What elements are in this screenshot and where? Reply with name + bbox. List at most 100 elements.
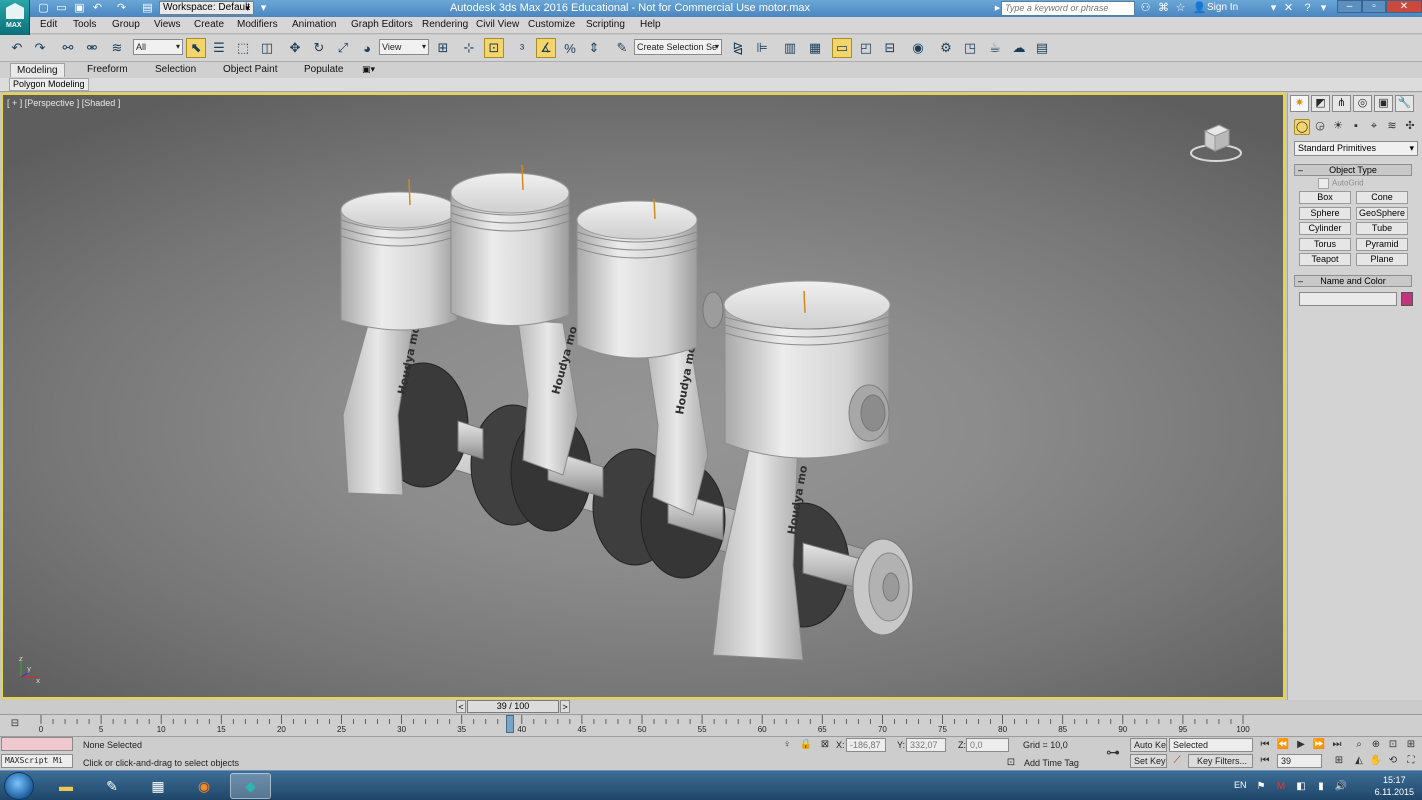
ribbon-tab-populate[interactable]: Populate: [304, 64, 343, 75]
toggle-layer-explorer-icon[interactable]: ▦: [805, 38, 825, 58]
ribbon-tab-object-paint[interactable]: Object Paint: [223, 64, 277, 75]
spacewarps-category-icon[interactable]: ≋: [1384, 119, 1400, 135]
zoom-extents-icon[interactable]: ⊡: [1386, 738, 1400, 752]
selection-filter-dropdown[interactable]: All: [133, 39, 183, 55]
go-to-end-icon[interactable]: ⏭: [1330, 738, 1344, 752]
tray-antivirus-icon[interactable]: M: [1272, 773, 1290, 799]
box-button[interactable]: Box: [1299, 191, 1351, 204]
undo-icon[interactable]: ↶: [90, 1, 105, 15]
menu-animation[interactable]: Animation: [292, 19, 336, 30]
primitive-type-dropdown[interactable]: Standard Primitives: [1294, 141, 1418, 156]
project-folder-icon[interactable]: ▤: [140, 1, 155, 15]
ribbon-options-icon[interactable]: ▣▾: [362, 64, 375, 75]
polygon-modeling-panel[interactable]: Polygon Modeling: [9, 78, 89, 91]
notepad-icon[interactable]: ✎: [93, 773, 131, 799]
object-color-swatch[interactable]: [1401, 292, 1413, 306]
time-configuration-icon[interactable]: ⊞: [1332, 754, 1346, 768]
menu-tools[interactable]: Tools: [73, 19, 96, 30]
time-slider-prev-icon[interactable]: <: [456, 700, 466, 713]
mini-curve-editor-icon[interactable]: ⊟: [8, 717, 22, 731]
new-file-icon[interactable]: ▢: [36, 1, 51, 15]
undo-icon[interactable]: ↶: [7, 38, 27, 58]
lights-category-icon[interactable]: ☀: [1330, 119, 1346, 135]
utilities-tab-icon[interactable]: 🔧: [1395, 95, 1414, 112]
set-key-button[interactable]: Set Key: [1130, 754, 1167, 768]
firefox-icon[interactable]: ◉: [185, 773, 223, 799]
mirror-icon[interactable]: ⧎: [728, 38, 748, 58]
play-icon[interactable]: ▶: [1294, 738, 1308, 752]
pyramid-button[interactable]: Pyramid: [1356, 238, 1408, 251]
edit-named-selection-icon[interactable]: ✎: [612, 38, 632, 58]
spinner-snap-icon[interactable]: ⇕: [584, 38, 604, 58]
help-icon[interactable]: ?: [1300, 1, 1315, 15]
teapot-button[interactable]: Teapot: [1299, 253, 1351, 266]
star-icon[interactable]: ☆: [1173, 1, 1188, 15]
set-keys-icon[interactable]: ⊶: [1103, 745, 1123, 759]
field-of-view-icon[interactable]: ◭: [1352, 754, 1366, 768]
menu-group[interactable]: Group: [112, 19, 140, 30]
menu-edit[interactable]: Edit: [40, 19, 57, 30]
go-to-start-icon[interactable]: ⏮: [1258, 738, 1272, 752]
piston-2[interactable]: [450, 164, 570, 326]
selection-lock-icon[interactable]: 🔒: [799, 738, 813, 752]
create-tab-icon[interactable]: ✷: [1290, 95, 1309, 112]
menu-help[interactable]: Help: [640, 19, 661, 30]
motion-tab-icon[interactable]: ◎: [1353, 95, 1372, 112]
shapes-category-icon[interactable]: ◶: [1312, 119, 1328, 135]
time-slider-thumb[interactable]: 39 / 100: [467, 700, 559, 713]
keyboard-shortcut-override-icon[interactable]: ⊡: [484, 38, 504, 58]
maximize-viewport-icon[interactable]: ⛶: [1404, 754, 1418, 768]
render-production-icon[interactable]: ☕: [985, 38, 1005, 58]
previous-frame-icon[interactable]: ⏪: [1276, 738, 1290, 752]
menu-scripting[interactable]: Scripting: [586, 19, 625, 30]
user-icon[interactable]: 👤: [1192, 1, 1207, 15]
object-name-field[interactable]: [1299, 292, 1397, 306]
menu-modifiers[interactable]: Modifiers: [237, 19, 278, 30]
key-mode-dropdown[interactable]: Selected: [1169, 738, 1253, 752]
render-iterative-icon[interactable]: ▤: [1032, 38, 1052, 58]
calculator-icon[interactable]: ▦: [139, 773, 177, 799]
current-frame-field[interactable]: 39: [1277, 754, 1322, 768]
tray-app-icon[interactable]: ◧: [1292, 773, 1310, 799]
material-editor-icon[interactable]: ◉: [908, 38, 928, 58]
z-coordinate-field[interactable]: 0,0: [966, 738, 1009, 752]
helpers-category-icon[interactable]: ⌖: [1366, 119, 1382, 135]
tube-button[interactable]: Tube: [1356, 222, 1408, 235]
zoom-all-icon[interactable]: ⊕: [1369, 738, 1383, 752]
zoom-extents-all-icon[interactable]: ⊞: [1404, 738, 1418, 752]
sign-in-link[interactable]: Sign In: [1207, 2, 1238, 13]
trackbar-playhead[interactable]: [505, 715, 514, 733]
quick-access-dropdown-icon[interactable]: ▾: [256, 1, 271, 15]
geometry-category-icon[interactable]: ◯: [1294, 119, 1310, 135]
signin-dropdown-icon[interactable]: ▾: [1266, 1, 1281, 15]
add-time-tag-label[interactable]: Add Time Tag: [1024, 758, 1079, 768]
cylinder-button[interactable]: Cylinder: [1299, 222, 1351, 235]
ribbon-tab-modeling[interactable]: Modeling: [10, 63, 65, 77]
system-clock[interactable]: 15:17 6.11.2015: [1375, 774, 1414, 798]
pan-icon[interactable]: ✋: [1369, 754, 1383, 768]
save-file-icon[interactable]: ▣: [72, 1, 87, 15]
language-indicator[interactable]: EN: [1234, 780, 1247, 790]
trackbar[interactable]: ⊟ 0 5 10 15 20 25 30 35 40 45 50 55 60 65 70 75 80 85 90 95…: [0, 714, 1422, 736]
open-file-icon[interactable]: ▭: [54, 1, 69, 15]
menu-rendering[interactable]: Rendering: [422, 19, 468, 30]
ribbon-tab-freeform[interactable]: Freeform: [87, 64, 128, 75]
cone-button[interactable]: Cone: [1356, 191, 1408, 204]
default-in-out-tangent-icon[interactable]: ⟋: [1170, 754, 1184, 768]
select-object-icon[interactable]: ⬉: [186, 38, 206, 58]
render-cloud-icon[interactable]: ☁: [1009, 38, 1029, 58]
3ds-max-taskbar-icon[interactable]: ◆: [230, 773, 271, 799]
auto-key-button[interactable]: Auto Key: [1130, 738, 1167, 752]
place-icon[interactable]: ◕: [357, 38, 377, 58]
percent-snap-icon[interactable]: %: [560, 38, 580, 58]
reference-coordinate-dropdown[interactable]: View: [379, 39, 429, 55]
rendered-frame-window-icon[interactable]: ◳: [960, 38, 980, 58]
next-frame-icon[interactable]: ⏩: [1312, 738, 1326, 752]
named-selection-dropdown[interactable]: Create Selection Se: [634, 39, 722, 55]
key-filters-button[interactable]: Key Filters...: [1188, 754, 1253, 768]
menu-views[interactable]: Views: [154, 19, 181, 30]
minimize-button[interactable]: –: [1337, 0, 1362, 13]
redo-icon[interactable]: ↷: [114, 1, 129, 15]
help-dropdown-icon[interactable]: ▾: [1316, 1, 1331, 15]
menu-graph-editors[interactable]: Graph Editors: [351, 19, 413, 30]
